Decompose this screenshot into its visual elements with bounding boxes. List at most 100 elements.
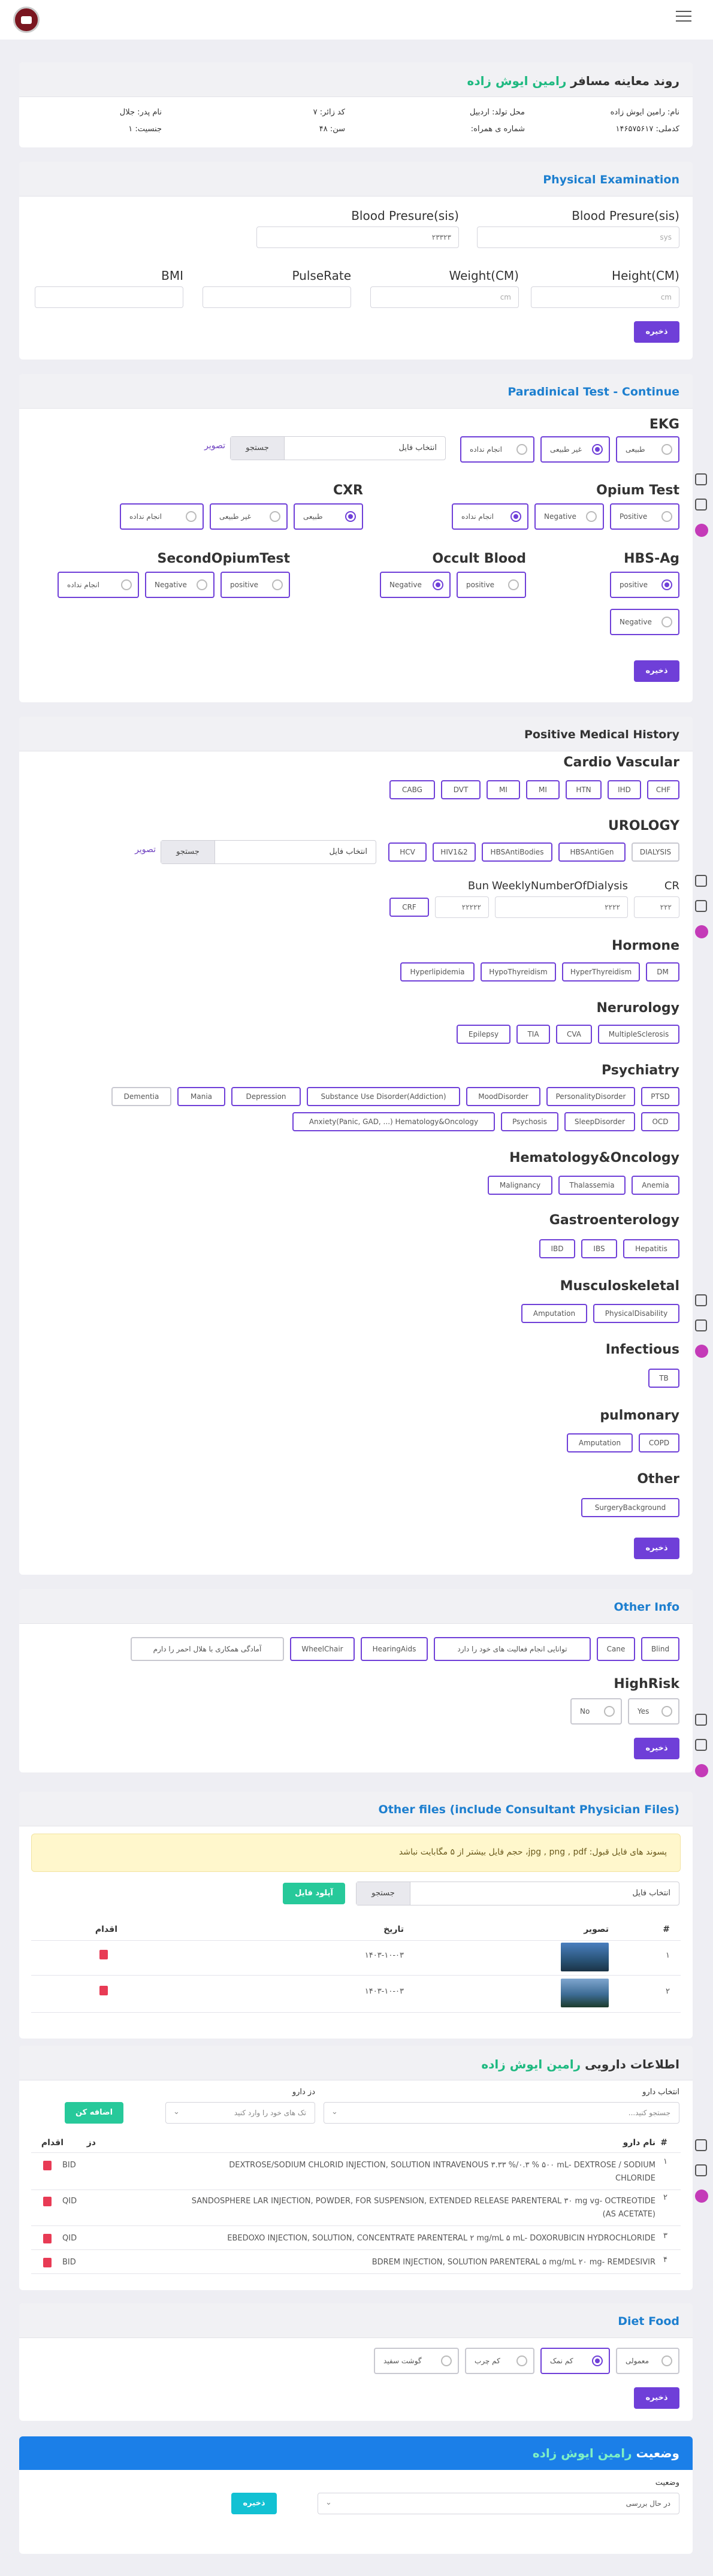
history-save-button[interactable]: ذخیره (634, 1538, 679, 1559)
second-positive-option[interactable]: positive (220, 572, 290, 598)
add-drug-button[interactable]: اضافه کن (65, 2102, 123, 2124)
chat-icon[interactable] (695, 473, 707, 485)
copy-icon[interactable] (695, 1739, 707, 1751)
assistant-icon[interactable] (695, 2190, 708, 2203)
delete-drug-icon[interactable] (43, 2197, 52, 2206)
hamburger-menu-icon[interactable] (676, 11, 691, 25)
tag-hyperthyreidism[interactable]: HyperThyreidism (562, 962, 640, 982)
tag-tia[interactable]: TIA (516, 1025, 550, 1044)
copy-icon[interactable] (695, 1319, 707, 1331)
tag-hiv[interactable]: HIV1&2 (433, 842, 476, 862)
cr-input[interactable]: ۲۲۲ (634, 896, 679, 918)
highrisk-yes-option[interactable]: Yes (628, 1698, 679, 1725)
assistant-icon[interactable] (695, 925, 708, 938)
ekg-not-done-option[interactable]: انجام نداده (460, 436, 534, 463)
tag-mi-2[interactable]: MI (487, 780, 520, 799)
paraclinical-save-button[interactable]: ذخیره (634, 660, 679, 682)
tag-anemia[interactable]: Anemia (632, 1176, 679, 1195)
diet-white-meat-option[interactable]: گوشت سفید (374, 2348, 459, 2374)
tag-hepatitis[interactable]: Hepatitis (623, 1239, 679, 1258)
tag-cabg[interactable]: CABG (389, 780, 435, 799)
tag-ocd[interactable]: OCD (641, 1112, 679, 1131)
tag-ihd[interactable]: IHD (608, 780, 641, 799)
tag-hearing-aids[interactable]: HearingAids (361, 1637, 428, 1661)
bp1-input[interactable]: sys (477, 227, 679, 248)
ekg-abnormal-option[interactable]: غیر طبیعی (540, 436, 610, 463)
tag-mood-disorder[interactable]: MoodDisorder (466, 1087, 540, 1106)
file-thumbnail[interactable] (561, 1979, 609, 2007)
hbs-negative-option[interactable]: Negative (610, 609, 679, 635)
tag-hbsantibodies[interactable]: HBSAntiBodies (482, 842, 552, 862)
tag-red-crescent[interactable]: آمادگی همکاری با هلال احمر را دارم (131, 1637, 284, 1661)
tag-anxiety[interactable]: Anxiety(Panic, GAD, ...) Hematology&Onco… (292, 1112, 495, 1131)
opium-negative-option[interactable]: Negative (534, 503, 604, 530)
hbs-positive-option[interactable]: positive (610, 572, 679, 598)
tag-crf[interactable]: CRF (389, 898, 429, 917)
second-not-done-option[interactable]: انجام نداده (58, 572, 139, 598)
diet-normal-option[interactable]: معمولی (616, 2348, 679, 2374)
assistant-icon[interactable] (695, 1764, 708, 1777)
copy-icon[interactable] (695, 2164, 707, 2176)
drug-select[interactable]: جستجو کنید... ⌄ (324, 2102, 679, 2124)
tag-cane[interactable]: Cane (597, 1637, 635, 1661)
tag-hbsantigen[interactable]: HBSAntiGen (558, 842, 626, 862)
urology-file-input[interactable]: انتخاب فایل جستجو (161, 840, 376, 864)
tag-copd[interactable]: COPD (639, 1433, 679, 1452)
urology-image-link[interactable]: تصویر (135, 845, 156, 854)
tag-epilepsy[interactable]: Epilepsy (457, 1025, 510, 1044)
chat-icon[interactable] (695, 1294, 707, 1306)
dose-select[interactable]: تک های خود را وارد کنید ⌄ (165, 2102, 315, 2124)
height-input[interactable]: cm (531, 286, 679, 308)
file-thumbnail[interactable] (561, 1943, 609, 1971)
cxr-not-done-option[interactable]: انجام نداده (120, 503, 204, 530)
status-save-button[interactable]: ذخیره (231, 2493, 277, 2514)
tag-chf[interactable]: CHF (647, 780, 679, 799)
highrisk-no-option[interactable]: No (570, 1698, 622, 1725)
tag-hypothyreidism[interactable]: HypoThyreidism (481, 962, 556, 982)
tag-hcv[interactable]: HCV (388, 842, 427, 862)
tag-ptsd[interactable]: PTSD (641, 1087, 679, 1106)
tag-tb[interactable]: TB (648, 1369, 679, 1388)
tag-physical-disability[interactable]: PhysicalDisability (593, 1304, 679, 1323)
tag-ibs[interactable]: IBS (581, 1239, 617, 1258)
delete-drug-icon[interactable] (43, 2161, 52, 2170)
copy-icon[interactable] (695, 499, 707, 511)
diet-save-button[interactable]: ذخیره (634, 2387, 679, 2409)
opium-positive-option[interactable]: Positive (610, 503, 679, 530)
copy-icon[interactable] (695, 900, 707, 912)
occult-positive-option[interactable]: positive (457, 572, 526, 598)
assistant-icon[interactable] (695, 524, 708, 537)
second-negative-option[interactable]: Negative (145, 572, 214, 598)
tag-ibd[interactable]: IBD (539, 1239, 575, 1258)
diet-low-fat-option[interactable]: کم چرب (465, 2348, 534, 2374)
delete-drug-icon[interactable] (43, 2258, 52, 2267)
tag-self-care[interactable]: توانایی انجام فعالیت های خود را دارد (434, 1637, 591, 1661)
bp2-input[interactable]: ۲۳۳۲۳ (256, 227, 459, 248)
tag-htn[interactable]: HTN (566, 780, 602, 799)
tag-personality-disorder[interactable]: PersonalityDisorder (546, 1087, 635, 1106)
chat-icon[interactable] (695, 875, 707, 887)
tag-dialysis[interactable]: DIALYSIS (632, 842, 679, 862)
other-info-save-button[interactable]: ذخیره (634, 1738, 679, 1759)
tag-blind[interactable]: Blind (641, 1637, 679, 1661)
pulse-input[interactable] (203, 286, 351, 308)
tag-malignancy[interactable]: Malignancy (488, 1176, 552, 1195)
tag-depression[interactable]: Depression (231, 1087, 301, 1106)
delete-file-icon[interactable] (99, 1986, 108, 1995)
upload-file-button[interactable]: آپلود فایل (283, 1883, 345, 1904)
tag-mania[interactable]: Mania (177, 1087, 225, 1106)
bun-input[interactable]: ۲۲۲۲۲ (435, 896, 489, 918)
tag-psychosis[interactable]: Psychosis (501, 1112, 558, 1131)
opium-not-done-option[interactable]: انجام نداده (452, 503, 528, 530)
tag-thalassemia[interactable]: Thalassemia (558, 1176, 626, 1195)
occult-negative-option[interactable]: Negative (380, 572, 451, 598)
physical-save-button[interactable]: ذخیره (634, 321, 679, 343)
tag-surgery-background[interactable]: SurgeryBackground (581, 1498, 679, 1517)
tag-dm[interactable]: DM (646, 962, 679, 982)
chat-icon[interactable] (695, 1714, 707, 1726)
ekg-file-input[interactable]: انتخاب فایل جستجو (230, 436, 446, 460)
tag-dementia[interactable]: Dementia (111, 1087, 171, 1106)
delete-file-icon[interactable] (99, 1950, 108, 1959)
cxr-normal-option[interactable]: طبیعی (294, 503, 363, 530)
ekg-image-link[interactable]: تصویر (204, 441, 225, 451)
